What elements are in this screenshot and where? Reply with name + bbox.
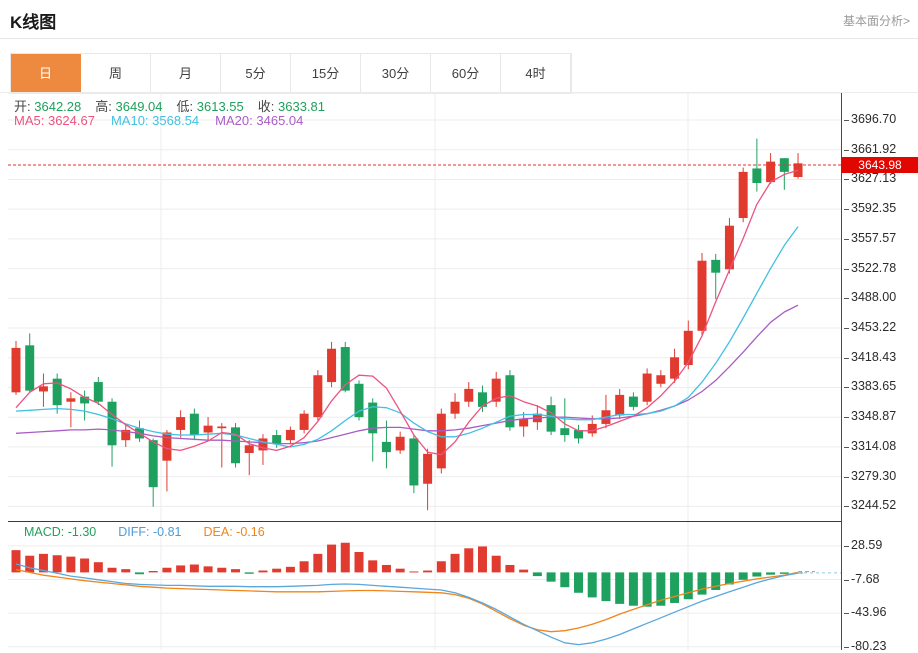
open-label: 开: xyxy=(14,99,31,114)
macd-histogram xyxy=(11,542,803,607)
price-tick-label: 3696.70 xyxy=(844,112,896,126)
dea-line xyxy=(15,568,799,633)
macd-tick-label: -7.68 xyxy=(844,572,880,586)
macd-value: MACD: -1.30 xyxy=(24,525,97,539)
tab-month[interactable]: 月 xyxy=(151,54,221,93)
price-tick-label: 3557.57 xyxy=(844,231,896,245)
high-label: 高: xyxy=(95,99,112,114)
close-label: 收: xyxy=(257,99,275,114)
price-tick-label: 3418.43 xyxy=(844,350,896,364)
macd-tick-label: -80.23 xyxy=(844,639,886,653)
macd-tick-label: 28.59 xyxy=(844,538,882,552)
price-tick-label: 3314.08 xyxy=(844,439,896,453)
low-value: 3613.55 xyxy=(196,99,244,114)
tab-60min[interactable]: 60分 xyxy=(431,54,501,93)
ma10-readout: MA10: 3568.54 xyxy=(110,113,200,128)
price-tick-label: 3661.92 xyxy=(844,142,896,156)
macd-tick-label: -43.96 xyxy=(844,605,886,619)
diff-line xyxy=(15,563,799,646)
tab-30min[interactable]: 30分 xyxy=(361,54,431,93)
tab-4hour[interactable]: 4时 xyxy=(501,54,571,93)
price-tick-label: 3453.22 xyxy=(844,320,896,334)
gridlines xyxy=(8,93,841,650)
price-tick-label: 3592.35 xyxy=(844,201,896,215)
tab-day[interactable]: 日 xyxy=(11,54,81,93)
ma10-line xyxy=(15,226,799,448)
price-tick-label: 3279.30 xyxy=(844,469,896,483)
tab-5min[interactable]: 5分 xyxy=(221,54,291,93)
interval-tabs: 日 周 月 5分 15分 30分 60分 4时 xyxy=(10,53,572,94)
tab-week[interactable]: 周 xyxy=(81,54,151,93)
fundamental-analysis-link[interactable]: 基本面分析> xyxy=(843,12,910,29)
ma-readout: MA5: 3624.67 MA10: 3568.54 MA20: 3465.04 xyxy=(14,113,319,128)
kline-page: { "header": { "title": "K线图", "link": "基… xyxy=(0,0,918,653)
candles-group xyxy=(11,138,803,511)
ma5-line xyxy=(15,169,799,456)
y-axis: 3696.70 3661.92 3627.13 3592.35 3557.57 3522.… xyxy=(841,93,918,653)
price-tick-label: 3488.00 xyxy=(844,290,896,304)
kline-chart xyxy=(8,93,841,650)
last-price-badge: 3643.98 xyxy=(842,157,918,174)
zero-tail xyxy=(798,571,841,574)
ma20-readout: MA20: 3465.04 xyxy=(215,113,304,128)
price-tick-label: 3348.87 xyxy=(844,409,896,423)
low-label: 低: xyxy=(176,99,194,114)
price-tick-label: 3383.65 xyxy=(844,379,896,393)
close-value: 3633.81 xyxy=(278,99,325,114)
macd-readout: MACD: -1.30 DIFF: -0.81 DEA: -0.16 xyxy=(24,525,287,539)
price-tick-label: 3244.52 xyxy=(844,498,896,512)
diff-value: DIFF: -0.81 xyxy=(118,525,182,539)
price-tick-label: 3627.13 xyxy=(844,171,896,185)
page-title: K线图 xyxy=(10,13,57,32)
ma5-readout: MA5: 3624.67 xyxy=(14,113,95,128)
open-value: 3642.28 xyxy=(34,99,82,114)
header-divider xyxy=(0,38,918,39)
dea-value: DEA: -0.16 xyxy=(203,525,265,539)
price-tick-label: 3522.78 xyxy=(844,261,896,275)
tab-15min[interactable]: 15分 xyxy=(291,54,361,93)
high-value: 3649.04 xyxy=(115,99,163,114)
